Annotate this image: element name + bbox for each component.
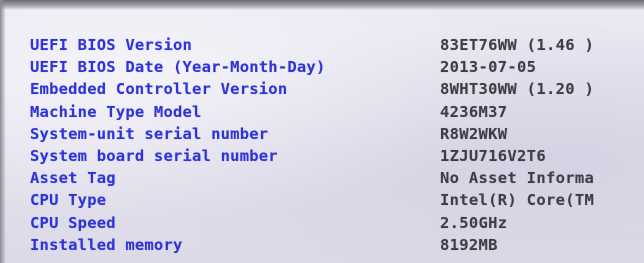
label-bios-date: UEFI BIOS Date (Year-Month-Day) xyxy=(30,58,326,77)
monitor-bezel-top xyxy=(0,0,644,10)
value-bios-date: 2013-07-05 xyxy=(440,58,537,77)
info-row-cpu-speed: CPU Speed 2.50GHz xyxy=(30,214,644,236)
info-row-bios-date: UEFI BIOS Date (Year-Month-Day) 2013-07-… xyxy=(30,58,644,80)
system-info-list: UEFI BIOS Version 83ET76WW (1.46 ) UEFI … xyxy=(30,36,644,258)
value-machine-type: 4236M37 xyxy=(440,102,508,121)
monitor-bezel-left xyxy=(0,0,6,263)
value-cpu-type: Intel(R) Core(TM xyxy=(440,191,595,210)
info-row-machine-type: Machine Type Model 4236M37 xyxy=(30,103,644,125)
value-installed-memory: 8192MB xyxy=(440,235,498,254)
value-asset-tag: No Asset Informa xyxy=(440,169,595,188)
info-row-cpu-type: CPU Type Intel(R) Core(TM xyxy=(30,191,644,213)
label-cpu-speed: CPU Speed xyxy=(30,213,116,232)
info-row-ec-version: Embedded Controller Version 8WHT30WW (1.… xyxy=(30,80,644,102)
label-machine-type: Machine Type Model xyxy=(30,102,202,121)
label-unit-serial: System-unit serial number xyxy=(30,124,269,143)
value-bios-version: 83ET76WW (1.46 ) xyxy=(440,36,595,54)
info-row-unit-serial: System-unit serial number R8W2WKW xyxy=(30,125,644,147)
value-board-serial: 1ZJU716V2T6 xyxy=(440,146,546,165)
label-ec-version: Embedded Controller Version xyxy=(30,80,288,99)
info-row-asset-tag: Asset Tag No Asset Informa xyxy=(30,169,644,191)
value-unit-serial: R8W2WKW xyxy=(440,124,508,143)
info-row-bios-version: UEFI BIOS Version 83ET76WW (1.46 ) xyxy=(30,36,644,58)
label-bios-version: UEFI BIOS Version xyxy=(30,36,193,54)
label-installed-memory: Installed memory xyxy=(30,235,183,254)
label-board-serial: System board serial number xyxy=(30,146,278,165)
info-row-installed-memory: Installed memory 8192MB xyxy=(30,236,644,258)
info-row-board-serial: System board serial number 1ZJU716V2T6 xyxy=(30,147,644,169)
value-ec-version: 8WHT30WW (1.20 ) xyxy=(440,80,595,99)
label-asset-tag: Asset Tag xyxy=(30,169,116,188)
bios-screen: UEFI BIOS Version 83ET76WW (1.46 ) UEFI … xyxy=(0,0,644,263)
label-cpu-type: CPU Type xyxy=(30,191,107,210)
value-cpu-speed: 2.50GHz xyxy=(440,213,508,232)
